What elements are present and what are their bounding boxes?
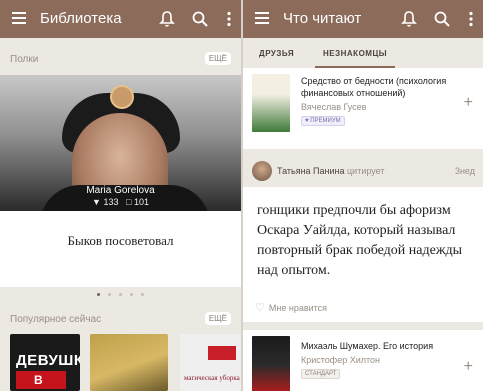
add-icon[interactable]: + (464, 94, 473, 112)
quote-card[interactable]: гонщики предпочли бы афоризм Оскара Уайл… (243, 187, 483, 322)
book-author: Вячеслав Гусев (301, 102, 367, 112)
book-cover[interactable] (90, 334, 168, 391)
shelves-more-button[interactable]: ЕЩЁ (204, 52, 231, 65)
menu-icon[interactable] (12, 12, 26, 24)
book-cover[interactable]: магическая уборка (180, 334, 241, 391)
carousel-dot[interactable] (119, 293, 122, 296)
bell-icon[interactable] (158, 10, 176, 28)
shelf-books-count: 133 (103, 197, 119, 207)
book-cover-title: магическая уборка (184, 374, 240, 382)
book-entry[interactable]: Михаэль Шумахер. Его история Кристофер Х… (243, 330, 483, 391)
library-appbar: Библиотека (0, 0, 241, 38)
bell-icon[interactable] (400, 10, 418, 28)
quote-user-name[interactable]: Татьяна Панина (277, 166, 345, 176)
shelf-stats: ▼ 133 □ 101 (0, 197, 241, 207)
shelf-cover-photo: Maria Gorelova ▼ 133 □ 101 (0, 75, 241, 211)
screen: Библиотека Полки ЕЩЁ Maria Gorelova ▼ 13… (0, 0, 483, 391)
library-pane: Библиотека Полки ЕЩЁ Maria Gorelova ▼ 13… (0, 0, 241, 391)
book-cover[interactable] (252, 336, 290, 391)
tabs: ДРУЗЬЯ НЕЗНАКОМЦЫ (243, 38, 483, 68)
book-cover[interactable]: ДЕВУШКА В (10, 334, 80, 391)
avatar[interactable] (252, 161, 272, 181)
tab-friends[interactable]: ДРУЗЬЯ (259, 49, 294, 58)
carousel-indicator (0, 283, 241, 301)
quote-author-line: Татьяна Панина цитирует (277, 166, 385, 176)
book-title[interactable]: Михаэль Шумахер. Его история (301, 340, 471, 352)
quote-verb: цитирует (347, 166, 385, 176)
library-title: Библиотека (40, 10, 122, 27)
quote-time: 3нед (454, 166, 475, 176)
heart-icon: ♡ (255, 302, 265, 314)
shelf-card[interactable]: Maria Gorelova ▼ 133 □ 101 Быков посовет… (0, 75, 241, 287)
more-vert-icon[interactable] (220, 10, 238, 28)
book-cover-subtitle: В (34, 373, 43, 387)
quote-header: Татьяна Панина цитирует 3нед (243, 155, 483, 187)
avatar[interactable] (110, 85, 134, 109)
add-icon[interactable]: + (464, 358, 473, 376)
shelves-header: Полки ЕЩЁ (0, 49, 241, 71)
shelf-owner-name: Maria Gorelova (86, 185, 155, 196)
books-icon: ▼ (92, 197, 101, 207)
quotes-icon: □ (126, 197, 132, 207)
popular-more-button[interactable]: ЕЩЁ (204, 312, 231, 325)
popular-label: Популярное сейчас (10, 314, 102, 325)
standard-badge: СТАНДАРТ (301, 369, 341, 379)
carousel-dot[interactable] (97, 293, 100, 296)
more-vert-icon[interactable] (462, 10, 480, 28)
like-label: Мне нравится (268, 303, 328, 313)
search-icon[interactable] (191, 10, 209, 28)
premium-badge: ♥ ПРЕМИУМ (301, 116, 345, 126)
quote-text: гонщики предпочли бы афоризм Оскара Уайл… (257, 203, 463, 278)
like-button[interactable]: ♡ Мне нравится (255, 301, 327, 314)
whats-reading-pane: Что читают ДРУЗЬЯ НЕЗНАКОМЦЫ Средство от… (243, 0, 483, 391)
popular-header: Популярное сейчас ЕЩЁ (0, 309, 241, 331)
book-author: Кристофер Хилтон (301, 355, 380, 365)
whats-reading-appbar: Что читают (243, 0, 483, 38)
popular-books-row: ДЕВУШКА В магическая уборка (0, 334, 241, 391)
carousel-dot[interactable] (141, 293, 144, 296)
book-entry[interactable]: Средство от бедности (психология финансо… (243, 68, 483, 149)
search-icon[interactable] (433, 10, 451, 28)
shelf-title: Быков посоветовал (67, 233, 174, 248)
book-cover-title: ДЕВУШКА (16, 352, 80, 369)
shelves-label: Полки (10, 54, 39, 65)
menu-icon[interactable] (255, 12, 269, 24)
shelf-quotes-count: 101 (133, 197, 149, 207)
carousel-dot[interactable] (108, 293, 111, 296)
book-title[interactable]: Средство от бедности (психология финансо… (301, 75, 471, 99)
whats-reading-title: Что читают (283, 10, 362, 27)
tab-strangers[interactable]: НЕЗНАКОМЦЫ (314, 49, 396, 68)
book-cover[interactable] (252, 74, 290, 132)
carousel-dot[interactable] (130, 293, 133, 296)
